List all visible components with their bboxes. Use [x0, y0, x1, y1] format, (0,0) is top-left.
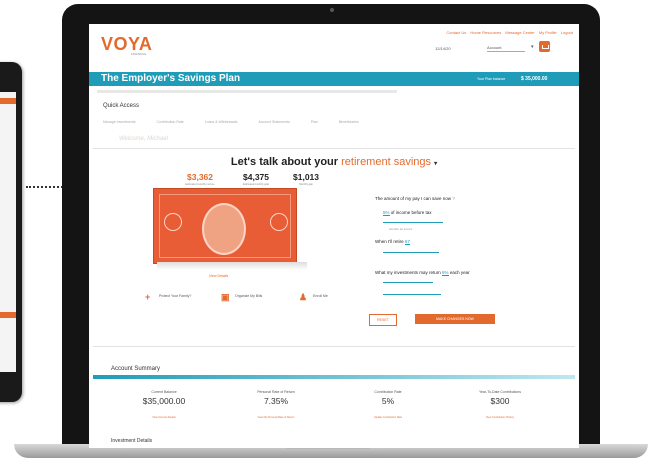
- question-text: The amount of my pay I can save now: [375, 196, 452, 201]
- current-date: 12/14/20: [435, 46, 451, 51]
- add-after-tax-link[interactable]: Add after tax amount: [389, 228, 412, 231]
- chevron-down-icon[interactable]: ▾: [434, 161, 437, 167]
- stat-income: $3,362 Estimated monthly income: [173, 172, 227, 186]
- quick-link-beneficiaries[interactable]: Beneficiaries: [339, 120, 359, 124]
- quick-link-investments[interactable]: Manage Investments: [103, 120, 136, 124]
- question-retire: When I'll retire 67: [375, 239, 410, 245]
- bill-portrait: [202, 203, 246, 255]
- message-center-link[interactable]: Message Center: [505, 30, 534, 35]
- plan-balance-label: Your Plan balance: [477, 77, 506, 81]
- stat-label: Monthly gap: [299, 183, 313, 186]
- summary-balance: Current Balance $35,000.00 View Account …: [109, 390, 219, 419]
- return-slider-b[interactable]: [383, 294, 441, 295]
- action-label: Enroll Me: [313, 294, 328, 298]
- summary-ytd: Year-To-Date Contributions $300 View Con…: [445, 390, 555, 419]
- headline-accent: retirement savings: [341, 156, 431, 168]
- breadcrumb: [97, 90, 397, 93]
- savings-rate-input[interactable]: 5%: [383, 210, 390, 216]
- plus-icon: +: [145, 292, 151, 302]
- profile-link[interactable]: My Profile: [539, 30, 557, 35]
- return-rate-input[interactable]: 6%: [442, 270, 449, 276]
- plan-balance-value: $ 35,000.00: [521, 76, 548, 82]
- quick-link-plan[interactable]: Plan: [311, 120, 318, 124]
- question-text: When I'll retire: [375, 239, 404, 244]
- stat-value: $3,362: [187, 172, 213, 182]
- phone-device: [0, 62, 22, 402]
- view-details-link[interactable]: View Details: [209, 274, 228, 278]
- logo-subtitle: FINANCIAL: [131, 52, 147, 56]
- bill-seal: [270, 213, 288, 231]
- stat-goal: $4,375 Estimated monthly goal: [229, 172, 283, 186]
- retire-age-input[interactable]: 67: [404, 239, 410, 245]
- return-slider-a[interactable]: [383, 282, 433, 283]
- quick-link-statements[interactable]: Account Statements: [258, 120, 289, 124]
- summary-value: 5%: [381, 396, 395, 406]
- action-label: Protect Your Family?: [159, 294, 192, 298]
- question-return: What my investments may return 6% each y…: [375, 270, 470, 276]
- summary-value: 7.35%: [263, 396, 289, 406]
- question-savings: The amount of my pay I can save now ?: [375, 196, 455, 201]
- investment-details-link[interactable]: Investment Details: [111, 438, 152, 444]
- quick-access-title: Quick Access: [103, 103, 140, 109]
- plan-title: The Employer's Savings Plan: [101, 73, 241, 84]
- stat-value: $1,013: [293, 172, 319, 182]
- chevron-down-icon[interactable]: ▾: [531, 44, 534, 50]
- help-icon[interactable]: ?: [452, 196, 455, 201]
- phone-screen: [0, 92, 16, 372]
- headline-prefix: Let's talk about your: [230, 156, 339, 168]
- laptop-screen: Contact Us Home Resources Message Center…: [89, 24, 579, 448]
- cart-icon[interactable]: [539, 41, 550, 52]
- webcam: [330, 8, 334, 12]
- contact-link[interactable]: Contact Us: [446, 30, 466, 35]
- person-icon: ♟: [299, 292, 308, 302]
- summary-value: $35,000.00: [142, 396, 186, 406]
- bill-shadow: [157, 262, 307, 270]
- account-select[interactable]: Account: [487, 45, 525, 52]
- action-label: Organize My Bills: [235, 294, 263, 298]
- retire-slider[interactable]: [383, 252, 439, 253]
- utility-nav: Contact Us Home Resources Message Center…: [443, 30, 573, 35]
- summary-link[interactable]: View Account Details: [109, 416, 219, 419]
- plan-header-bar: The Employer's Savings Plan Your Plan ba…: [89, 72, 579, 86]
- quick-access-links: Manage Investments Contribution Rate Loa…: [103, 120, 379, 124]
- bill-seal: [164, 213, 182, 231]
- savings-rate-row: 5% of income before tax: [383, 210, 432, 216]
- bill-icon: ▣: [221, 292, 230, 302]
- stat-label: Estimated monthly income: [185, 183, 215, 186]
- summary-link[interactable]: View My Personal Rate of Return: [221, 416, 331, 419]
- savings-rate-suffix: of income before tax: [390, 210, 432, 215]
- reset-button[interactable]: RESET: [369, 314, 397, 326]
- summary-label: Contribution Rate: [374, 390, 402, 394]
- resources-link[interactable]: Home Resources: [470, 30, 501, 35]
- logout-link[interactable]: Logout: [561, 30, 573, 35]
- summary-link[interactable]: Update Contribution Rate: [333, 416, 443, 419]
- stat-value: $4,375: [243, 172, 269, 182]
- stat-gap: $1,013 Monthly gap: [279, 172, 333, 186]
- divider: [93, 148, 575, 149]
- welcome-text: Welcome, Michael: [119, 136, 168, 142]
- summary-link[interactable]: View Contribution History: [445, 416, 555, 419]
- account-summary-bar: [93, 375, 575, 379]
- summary-label: Personal Rate of Return: [257, 390, 295, 394]
- account-summary-title: Account Summary: [111, 366, 161, 372]
- summary-label: Current Balance: [151, 390, 177, 394]
- summary-label: Year-To-Date Contributions: [478, 390, 522, 394]
- summary-return: Personal Rate of Return 7.35% View My Pe…: [221, 390, 331, 419]
- stat-label: Estimated monthly goal: [243, 183, 269, 186]
- phone-button-stripe: [0, 312, 16, 318]
- phone-header-stripe: [0, 98, 16, 104]
- retirement-headline: Let's talk about your retirement savings…: [89, 156, 579, 168]
- dollar-bill-graphic: [153, 188, 297, 264]
- savings-slider[interactable]: [383, 222, 443, 223]
- summary-contribution: Contribution Rate 5% Update Contribution…: [333, 390, 443, 419]
- return-suffix: each year: [449, 270, 470, 275]
- summary-value: $300: [490, 396, 510, 406]
- quick-link-contribution[interactable]: Contribution Rate: [156, 120, 183, 124]
- quick-link-loans[interactable]: Loans & Withdrawals: [205, 120, 238, 124]
- make-changes-button[interactable]: MAKE CHANGES NOW: [415, 314, 495, 324]
- divider: [93, 346, 575, 347]
- question-text: What my investments may return: [375, 270, 441, 275]
